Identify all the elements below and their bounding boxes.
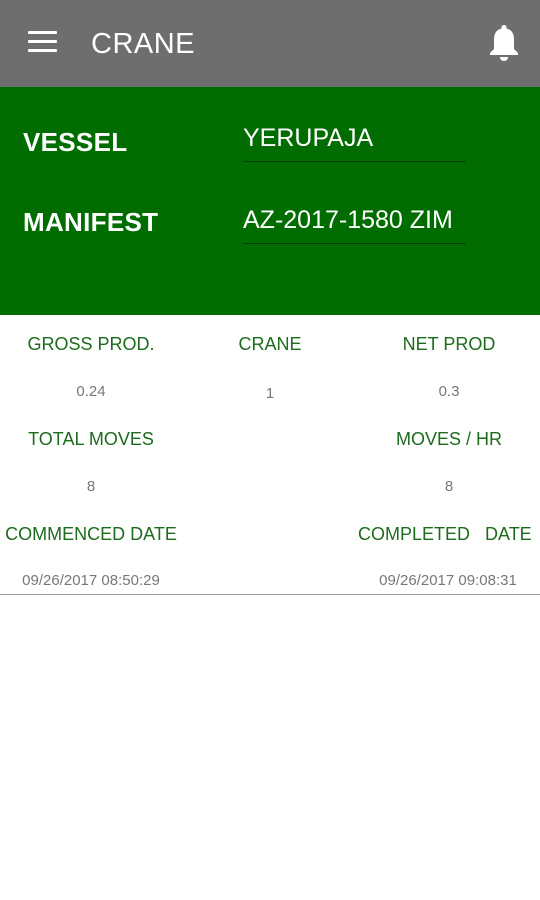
gross-prod-value: 0.24 (76, 383, 106, 400)
total-moves-label: TOTAL MOVES (28, 429, 154, 449)
commenced-date-value: 09/26/2017 08:50:29 (22, 572, 160, 589)
crane-label: CRANE (238, 334, 302, 354)
page-title: CRANE (91, 28, 196, 60)
crane-value: 1 (265, 385, 275, 402)
notification-bell-icon[interactable] (487, 22, 521, 62)
moves-per-hr-value: 8 (444, 478, 454, 495)
completed-date-value: 09/26/2017 09:08:31 (379, 572, 517, 589)
gross-prod-label: GROSS PROD. (27, 334, 155, 354)
vessel-field[interactable]: YERUPAJA (243, 124, 466, 162)
moves-per-hr-label: MOVES / HR (395, 429, 502, 449)
vessel-info-panel: VESSEL YERUPAJA MANIFEST AZ-2017-1580 ZI… (0, 87, 540, 315)
app-bar: CRANE (0, 0, 540, 87)
crane-stats-section: GROSS PROD. CRANE NET PROD 0.24 1 0.3 TO… (0, 315, 540, 595)
manifest-field[interactable]: AZ-2017-1580 ZIM (243, 206, 466, 244)
completed-date-label: COMPLETED DATE (358, 524, 532, 544)
total-moves-value: 8 (86, 478, 96, 495)
net-prod-label: NET PROD (402, 334, 496, 354)
net-prod-value: 0.3 (438, 383, 460, 400)
hamburger-menu-icon[interactable] (28, 31, 57, 53)
manifest-label: MANIFEST (23, 207, 159, 237)
commenced-date-label: COMMENCED DATE (5, 524, 177, 544)
vessel-label: VESSEL (23, 127, 128, 157)
